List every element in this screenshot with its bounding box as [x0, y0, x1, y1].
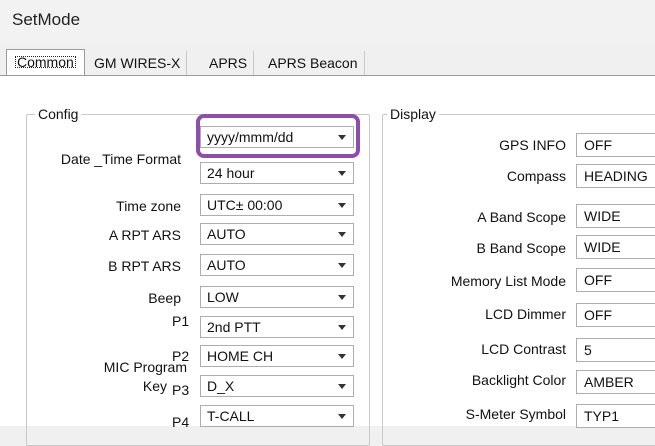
tab-common-label: Common: [13, 54, 78, 70]
chevron-down-icon: [338, 354, 346, 359]
s-meter-symbol-select[interactable]: TYP1: [576, 404, 655, 428]
title-bar: [0, 0, 655, 44]
chevron-down-icon: [338, 384, 346, 389]
memory-list-mode-label: Memory List Mode: [450, 273, 566, 289]
chevron-down-icon: [338, 325, 346, 330]
time-format-select[interactable]: 24 hour: [200, 162, 354, 184]
p4-label: P4: [172, 414, 190, 430]
mic-program-key-label: Key: [142, 378, 167, 394]
gps-info-select[interactable]: OFF: [576, 133, 655, 157]
chevron-down-icon: [338, 171, 346, 176]
backlight-color-label: Backlight Color: [471, 372, 566, 388]
p4-value: T-CALL: [207, 408, 255, 424]
chevron-down-icon: [338, 414, 346, 419]
p3-value: D_X: [207, 378, 235, 394]
tab-gm-wires-x[interactable]: GM WIRES-X: [88, 51, 188, 75]
a-band-scope-label: A Band Scope: [477, 209, 566, 225]
highlight-outline: [196, 114, 360, 158]
b-band-scope-select[interactable]: WIDE: [576, 235, 655, 259]
time-zone-value: UTC± 00:00: [207, 197, 283, 213]
a-rpt-ars-label: A RPT ARS: [108, 227, 181, 243]
p1-select[interactable]: 2nd PTT: [200, 316, 354, 338]
backlight-color-select[interactable]: AMBER: [576, 370, 655, 394]
p1-label: P1: [172, 313, 190, 329]
time-format-value: 24 hour: [207, 165, 255, 181]
lcd-dimmer-label: LCD Dimmer: [485, 306, 566, 322]
compass-select[interactable]: HEADING: [576, 164, 655, 188]
chevron-down-icon: [338, 232, 346, 237]
lcd-contrast-select[interactable]: 5: [576, 338, 655, 362]
window-title: SetMode: [12, 10, 81, 29]
a-rpt-ars-value: AUTO: [207, 226, 246, 242]
a-rpt-ars-select[interactable]: AUTO: [200, 223, 354, 245]
gps-info-label: GPS INFO: [499, 137, 566, 153]
p3-select[interactable]: D_X: [200, 375, 354, 397]
lcd-contrast-label: LCD Contrast: [481, 341, 566, 357]
p3-label: P3: [172, 382, 190, 398]
chevron-down-icon: [338, 295, 346, 300]
lcd-dimmer-select[interactable]: OFF: [576, 303, 655, 327]
display-group-title: Display: [387, 106, 439, 122]
tab-common[interactable]: Common: [6, 49, 85, 76]
p2-value: HOME CH: [207, 348, 274, 364]
p1-value: 2nd PTT: [207, 319, 261, 335]
tab-aprs-beacon[interactable]: APRS Beacon: [262, 51, 365, 75]
beep-label: Beep: [148, 290, 181, 306]
config-group-title: Config: [35, 106, 82, 122]
compass-label: Compass: [506, 168, 566, 184]
b-band-scope-label: B Band Scope: [476, 240, 566, 256]
s-meter-symbol-label: S-Meter Symbol: [465, 406, 566, 422]
date-time-format-label: Date _Time Format: [60, 151, 181, 167]
time-zone-label: Time zone: [116, 198, 181, 214]
p2-label: P2: [172, 348, 190, 364]
p2-select[interactable]: HOME CH: [200, 345, 354, 367]
a-band-scope-select[interactable]: WIDE: [576, 204, 655, 228]
p4-select[interactable]: T-CALL: [200, 405, 354, 427]
chevron-down-icon: [338, 203, 346, 208]
beep-value: LOW: [207, 289, 239, 305]
beep-select[interactable]: LOW: [200, 286, 354, 308]
memory-list-mode-select[interactable]: OFF: [576, 268, 655, 292]
chevron-down-icon: [338, 263, 346, 268]
tab-aprs[interactable]: APRS: [203, 51, 255, 75]
b-rpt-ars-label: B RPT ARS: [108, 258, 181, 274]
b-rpt-ars-select[interactable]: AUTO: [200, 254, 354, 276]
b-rpt-ars-value: AUTO: [207, 257, 246, 273]
time-zone-select[interactable]: UTC± 00:00: [200, 194, 354, 216]
